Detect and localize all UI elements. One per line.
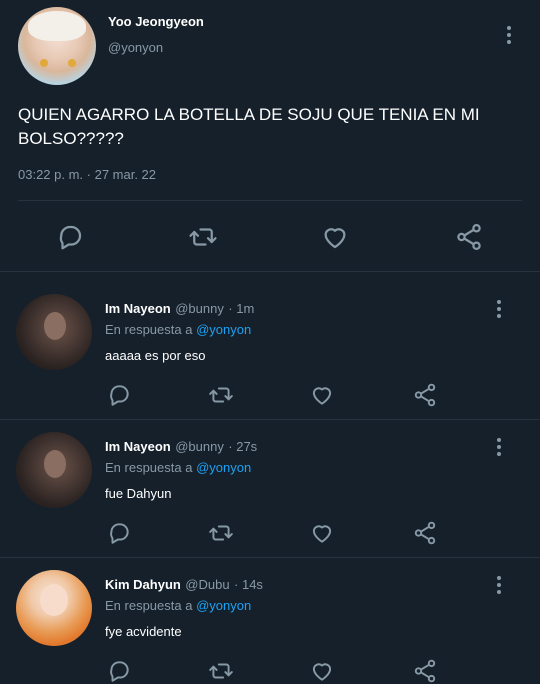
like-icon[interactable] xyxy=(320,222,350,252)
share-icon[interactable] xyxy=(412,520,438,546)
reply-context-label: En respuesta a xyxy=(105,598,193,613)
more-icon[interactable] xyxy=(496,438,502,459)
reply-to-link[interactable]: @yonyon xyxy=(196,598,251,613)
share-icon[interactable] xyxy=(454,222,484,252)
reply-context-label: En respuesta a xyxy=(105,322,193,337)
reply-icon[interactable] xyxy=(106,382,132,408)
retweet-icon[interactable] xyxy=(207,520,235,546)
reply-text: fye acvidente xyxy=(105,624,182,639)
reply-author-handle[interactable]: @Dubu xyxy=(185,577,229,592)
reply-context-label: En respuesta a xyxy=(105,460,193,475)
more-icon[interactable] xyxy=(496,576,502,597)
reply-author-handle[interactable]: @bunny xyxy=(175,439,224,454)
more-icon[interactable] xyxy=(506,26,512,47)
reply-avatar[interactable] xyxy=(16,294,92,370)
reply-text: fue Dahyun xyxy=(105,486,172,501)
reply-author-handle[interactable]: @bunny xyxy=(175,301,224,316)
tweet-text-line-2: BOLSO????? xyxy=(18,129,124,148)
reply-author-name[interactable]: Kim Dahyun xyxy=(105,577,181,592)
reply-tweet[interactable]: Im Nayeon @bunny · 1m En respuesta a @yo… xyxy=(0,272,540,418)
retweet-icon[interactable] xyxy=(187,222,219,252)
retweet-icon[interactable] xyxy=(207,382,235,408)
reply-author-name[interactable]: Im Nayeon xyxy=(105,301,171,316)
reply-time[interactable]: · 27s xyxy=(228,439,257,454)
reply-tweet[interactable]: Im Nayeon @bunny · 27s En respuesta a @y… xyxy=(0,420,540,556)
author-avatar[interactable] xyxy=(18,7,96,85)
reply-tweet[interactable]: Kim Dahyun @Dubu · 14s En respuesta a @y… xyxy=(0,558,540,683)
like-icon[interactable] xyxy=(309,520,335,546)
like-icon[interactable] xyxy=(309,382,335,408)
timestamp-divider xyxy=(18,200,522,201)
more-icon[interactable] xyxy=(496,300,502,321)
retweet-icon[interactable] xyxy=(207,658,235,684)
reply-to-link[interactable]: @yonyon xyxy=(196,322,251,337)
reply-text: aaaaa es por eso xyxy=(105,348,206,363)
like-icon[interactable] xyxy=(309,658,335,684)
reply-time[interactable]: · 14s xyxy=(234,577,263,592)
share-icon[interactable] xyxy=(412,382,438,408)
reply-avatar[interactable] xyxy=(16,570,92,646)
reply-avatar[interactable] xyxy=(16,432,92,508)
reply-icon[interactable] xyxy=(55,222,85,252)
reply-icon[interactable] xyxy=(106,658,132,684)
share-icon[interactable] xyxy=(412,658,438,684)
tweet-timestamp[interactable]: 03:22 p. m. · 27 mar. 22 xyxy=(18,167,156,182)
reply-time[interactable]: · 1m xyxy=(228,301,254,316)
reply-to-link[interactable]: @yonyon xyxy=(196,460,251,475)
reply-icon[interactable] xyxy=(106,520,132,546)
tweet-text-line-1: QUIEN AGARRO LA BOTELLA DE SOJU QUE TENI… xyxy=(18,105,480,124)
author-handle[interactable]: @yonyon xyxy=(108,40,163,55)
author-name[interactable]: Yoo Jeongyeon xyxy=(108,14,204,29)
reply-author-name[interactable]: Im Nayeon xyxy=(105,439,171,454)
tweet-text: QUIEN AGARRO LA BOTELLA DE SOJU QUE TENI… xyxy=(18,103,528,151)
